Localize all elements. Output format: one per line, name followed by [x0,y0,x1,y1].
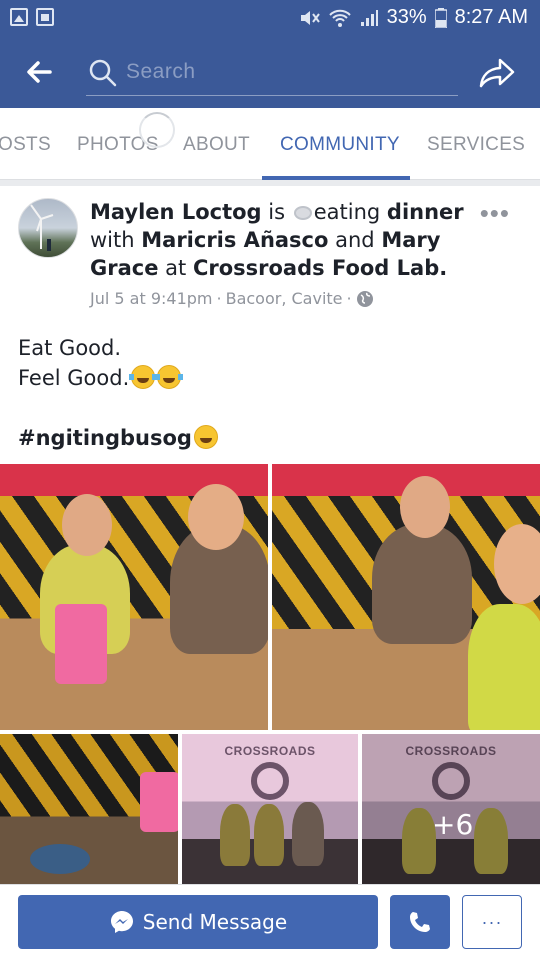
page-tabs: OSTS PHOTOS ABOUT COMMUNITY SERVICES [0,108,540,180]
post-meta: Jul 5 at 9:41pm · Bacoor, Cavite · [90,289,374,308]
headline-at: at [165,256,187,280]
call-button[interactable] [390,895,450,949]
pitcher-icon [140,772,178,832]
headline-with: with [90,228,135,252]
photo-person-head [400,476,450,538]
tab-services[interactable]: SERVICES [427,134,525,156]
loading-spinner-icon [139,112,175,148]
tab-community[interactable]: COMMUNITY [280,134,400,156]
search-icon [89,59,117,87]
post-location[interactable]: Bacoor, Cavite [226,289,343,308]
pitcher-icon [55,604,107,684]
battery-percent: 33% [386,6,427,28]
status-right: 33% 8:27 AM [299,6,528,29]
bag-icon [36,8,54,26]
app-bar: Search [0,36,540,108]
meta-separator: · [216,289,222,308]
send-message-label: Send Message [142,910,288,934]
globe-icon [356,290,373,307]
tears-of-joy-emoji-icon [129,365,158,389]
tagged-user-1[interactable]: Maricris Añasco [141,228,328,252]
more-options-button[interactable]: ··· [462,895,522,949]
crossroads-logo-icon [251,762,289,800]
battery-icon [434,7,447,28]
search-placeholder: Search [126,60,196,83]
gallery-icon [10,8,28,26]
post-photo-4[interactable]: CROSSROADS [182,734,358,884]
post-body: Eat Good. Feel Good. #ngitingbusog [18,333,218,453]
photo-person [254,804,284,866]
dish-icon [293,206,312,220]
signal-icon [360,9,378,26]
clock: 8:27 AM [454,6,528,28]
place-link[interactable]: Crossroads Food Lab. [193,256,447,280]
body-line-2: Feel Good. [18,366,130,390]
share-icon [479,58,515,88]
photo-person [468,604,540,730]
search-input[interactable]: Search [86,52,458,96]
post-headline: Maylen Loctog is eating dinner with Mari… [90,198,470,282]
activity-text: eating [313,200,381,224]
send-message-button[interactable]: Send Message [18,895,378,949]
post-photo-2[interactable] [272,464,540,730]
bottom-action-bar: Send Message ··· [0,884,540,960]
photo-person-head [62,494,112,556]
post-options-button[interactable]: ••• [480,198,510,229]
more-photos-count: +6 [432,808,474,841]
wifi-icon [328,9,351,27]
author-name[interactable]: Maylen Loctog [90,200,262,224]
grinning-emoji-icon [193,425,218,449]
headline-and: and [335,228,375,252]
section-divider [0,180,540,186]
tab-about[interactable]: ABOUT [183,134,250,156]
meta-separator: · [346,289,352,308]
back-button[interactable] [20,52,60,92]
tears-of-joy-emoji-icon [155,365,184,389]
share-button[interactable] [478,52,518,92]
back-arrow-icon [27,61,52,83]
phone-icon [410,912,430,932]
status-left-icons [10,8,54,26]
photo-person-head [188,484,244,550]
food-plate-icon [30,844,90,874]
activity-object: dinner [386,200,464,224]
author-avatar[interactable] [18,198,78,258]
tab-posts[interactable]: OSTS [0,134,51,156]
photo-person-head [494,524,540,604]
status-bar: 33% 8:27 AM [0,0,540,36]
photo-person [292,802,324,866]
photo-person [220,804,250,866]
headline-is: is [268,200,286,224]
body-line-1: Eat Good. [18,336,122,360]
windmill-icon [30,204,54,251]
crossroads-logo-text: CROSSROADS [224,744,316,758]
photo-person [372,524,472,644]
messenger-icon [110,911,133,933]
post-photo-5[interactable]: CROSSROADS +6 [362,734,540,884]
post-date[interactable]: Jul 5 at 9:41pm [90,289,213,308]
mute-icon [300,10,320,25]
post-photo-3[interactable] [0,734,178,884]
post-photo-1[interactable] [0,464,268,730]
hashtag-link[interactable]: #ngitingbusog [18,426,192,450]
